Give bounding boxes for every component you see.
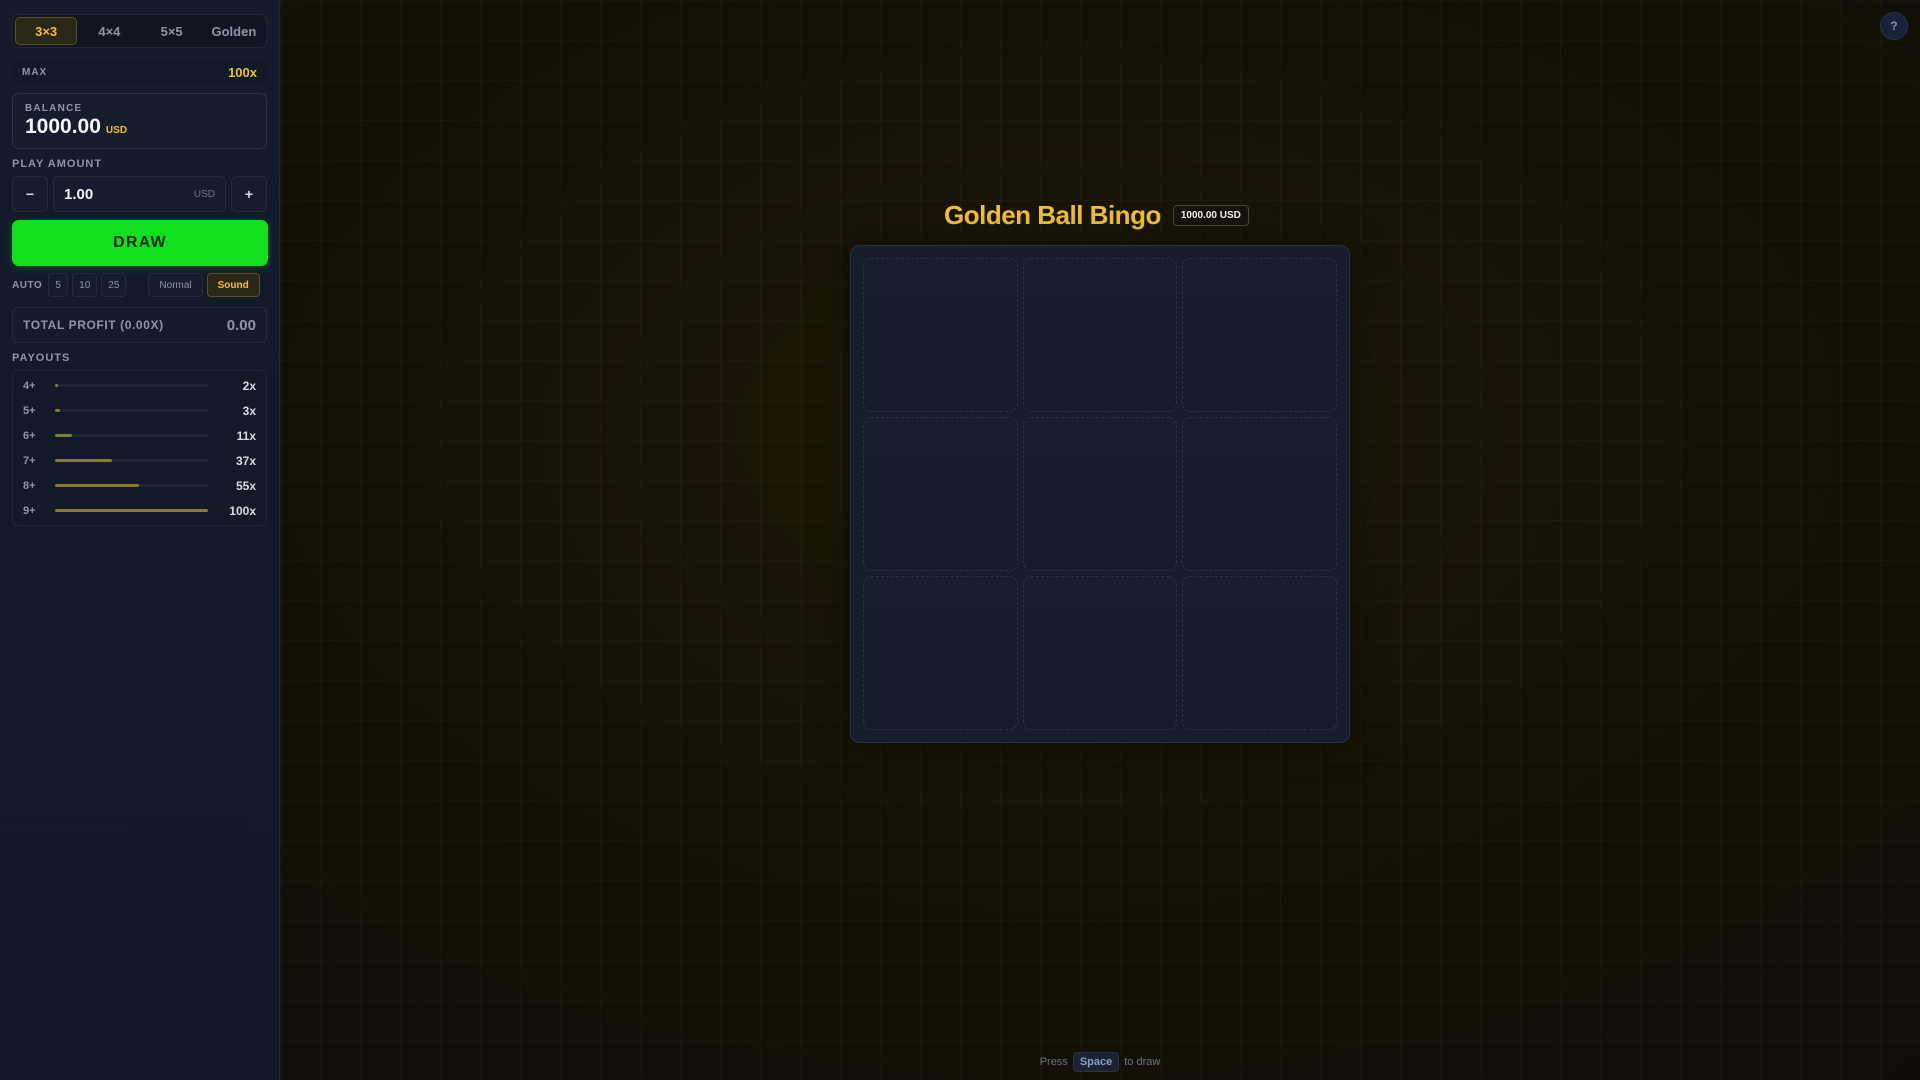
payout-row: 7+ 37x [23,448,256,473]
board-cell [1182,576,1337,730]
payout-bar [55,409,208,412]
total-profit-value: 0.00 [226,316,256,334]
hint-suffix: to draw [1124,1056,1161,1068]
payout-hits: 7+ [23,454,36,467]
payout-multiplier: 2x [242,378,256,393]
help-button[interactable]: ? [1880,12,1908,40]
payout-bar-fill [55,409,60,412]
balance-value: 1000.00 [25,115,101,138]
payout-row: 5+ 3x [23,398,256,423]
auto-10-button[interactable]: 10 [72,273,98,297]
board-cell [1022,417,1178,571]
board-cell [863,258,1018,412]
bingo-board [850,245,1350,743]
play-amount-row: − 1.00 USD + [12,176,267,212]
auto-5-button[interactable]: 5 [48,273,69,297]
payout-hits: 8+ [23,479,36,492]
control-sidebar: 3×3 4×4 5×5 Golden MAX 100x BALANCE 1000… [0,0,280,1080]
max-multiplier-row: MAX 100x [12,60,267,84]
keyboard-hint: Press Space to draw [280,1052,1920,1072]
tab-5x5[interactable]: 5×5 [142,17,202,45]
draw-button[interactable]: DRAW [12,220,268,266]
payout-bar [55,509,208,512]
balance-currency: USD [105,125,128,136]
payout-multiplier: 11x [236,428,256,443]
play-amount-input[interactable]: 1.00 USD [53,176,226,212]
play-amount-label: PLAY AMOUNT [12,158,103,170]
payout-bar-fill [55,484,140,487]
max-label: MAX [22,66,48,78]
payout-bar-fill [55,509,208,512]
payout-hits: 5+ [23,404,36,417]
play-amount-value: 1.00 [64,185,94,203]
payout-row: 8+ 55x [23,473,256,498]
max-value: 100x [228,64,257,80]
payout-hits: 6+ [23,429,36,442]
payout-multiplier: 100x [229,503,256,518]
balance-label: BALANCE [25,103,83,114]
grid-mode-tabs: 3×3 4×4 5×5 Golden [12,14,267,48]
payout-bar-fill [55,459,112,462]
total-profit-row: TOTAL PROFIT (0.00X) 0.00 [12,307,267,343]
tab-3x3[interactable]: 3×3 [15,17,78,45]
payout-bar [55,384,208,387]
tab-4x4[interactable]: 4×4 [79,17,139,45]
board-cell [863,417,1018,571]
board-cell [1182,417,1337,571]
auto-options-row: AUTO 5 10 25 Normal Sound [12,273,267,297]
payout-row: 4+ 2x [23,373,256,398]
increase-amount-button[interactable]: + [231,176,267,212]
payout-hits: 9+ [23,504,36,517]
decrease-amount-button[interactable]: − [12,176,48,212]
balance-badge: 1000.00 USD [1172,205,1249,226]
auto-label: AUTO [12,279,43,291]
payout-hits: 4+ [23,379,36,392]
board-cell [1182,258,1337,412]
board-cell [1022,258,1178,412]
speed-normal-button[interactable]: Normal [148,273,203,297]
payout-bar [55,459,208,462]
payouts-label: PAYOUTS [12,352,71,364]
payout-multiplier: 55x [235,478,256,493]
payout-bar [55,434,208,437]
payout-row: 6+ 11x [23,423,256,448]
total-profit-label: TOTAL PROFIT (0.00X) [23,318,164,332]
sound-toggle-button[interactable]: Sound [206,273,260,297]
board-cell [1022,576,1178,730]
play-amount-currency: USD [193,188,215,200]
payout-bar-fill [55,434,72,437]
auto-25-button[interactable]: 25 [101,273,127,297]
game-header: Golden Ball Bingo 1000.00 USD [944,200,1249,231]
payout-bar [55,484,208,487]
payout-bar-fill [55,384,59,387]
payout-multiplier: 37x [235,453,256,468]
payouts-table: 4+ 2x 5+ 3x 6+ 11x 7+ 37x 8+ 55x 9+ 100x [12,370,267,526]
board-cell [863,576,1018,730]
payout-row: 9+ 100x [23,498,256,523]
hint-prefix: Press [1039,1056,1068,1068]
balance-panel: BALANCE 1000.00 USD [12,93,267,149]
game-title: Golden Ball Bingo [944,200,1161,230]
tab-golden[interactable]: Golden [204,17,264,45]
payout-multiplier: 3x [242,403,256,418]
space-key: Space [1072,1052,1120,1072]
